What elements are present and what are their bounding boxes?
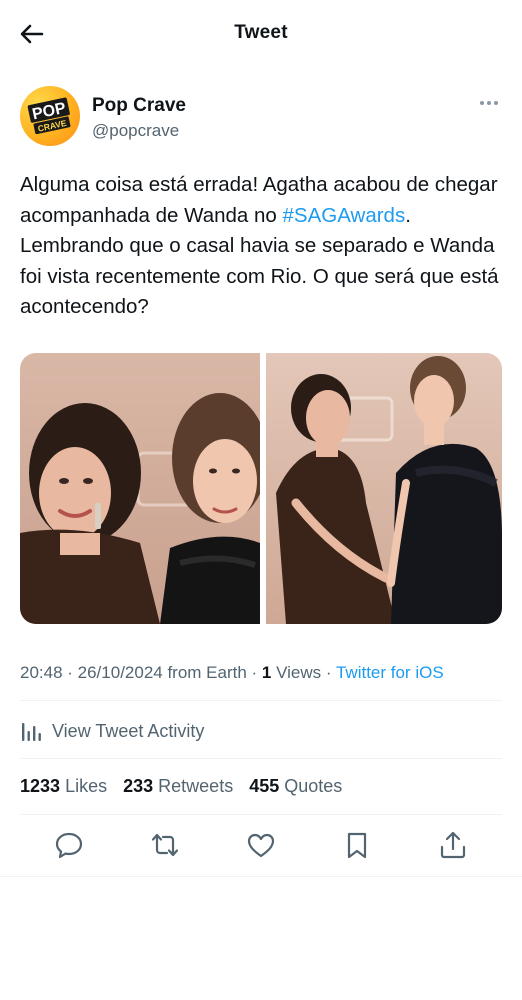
retweets-stat[interactable]: 233 Retweets (123, 776, 233, 797)
avatar[interactable]: POP CRAVE (20, 86, 80, 146)
page-title: Tweet (234, 22, 288, 43)
likes-count: 1233 (20, 776, 61, 796)
hashtag-link[interactable]: #SAGAwards (283, 204, 406, 227)
pop-crave-logo: POP CRAVE (27, 97, 71, 135)
reply-button[interactable] (54, 830, 84, 860)
top-bar: Tweet (0, 0, 522, 68)
author-display-name[interactable]: Pop Crave (92, 95, 186, 117)
view-tweet-activity-label: View Tweet Activity (52, 720, 205, 741)
like-button[interactable] (246, 830, 276, 860)
retweet-icon (151, 833, 179, 857)
views-count: 1 (261, 663, 272, 682)
tweet-photo-1[interactable] (20, 353, 260, 624)
tweet-media (20, 353, 502, 624)
view-tweet-activity-button[interactable]: View Tweet Activity (20, 716, 204, 746)
divider (0, 876, 522, 877)
reply-icon (55, 832, 83, 859)
tweet-photo-2[interactable] (266, 353, 502, 624)
likes-stat[interactable]: 1233 Likes (20, 776, 107, 797)
tweet-text: Alguma coisa está errada! Agatha acabou … (20, 170, 504, 323)
divider (20, 700, 502, 701)
tweet-text-part: Alguma coisa está errada! Agatha acabou … (20, 173, 498, 227)
retweets-count: 233 (123, 776, 154, 796)
tweet-author: POP CRAVE Pop Crave @popcrave (20, 86, 502, 150)
source-link[interactable]: Twitter for iOS (336, 663, 444, 682)
timestamp: 20:48 · 26/10/2024 from Earth · (20, 663, 262, 682)
tweet-actions (20, 828, 502, 864)
likes-label: Likes (65, 776, 108, 796)
quotes-count: 455 (249, 776, 280, 796)
retweet-button[interactable] (150, 830, 180, 860)
quotes-label: Quotes (284, 776, 343, 796)
share-icon (440, 831, 466, 859)
tweet-stats: 1233 Likes 233 Retweets 455 Quotes (20, 776, 342, 797)
views-label: Views · (271, 663, 336, 682)
heart-icon (247, 833, 275, 858)
share-button[interactable] (438, 830, 468, 860)
retweets-label: Retweets (158, 776, 234, 796)
more-options-button[interactable] (480, 98, 500, 108)
divider (20, 758, 502, 759)
quotes-stat[interactable]: 455 Quotes (249, 776, 342, 797)
tweet-meta: 20:48 · 26/10/2024 from Earth · 1 Views … (20, 663, 444, 683)
more-dot-icon (494, 101, 498, 105)
more-dot-icon (487, 101, 491, 105)
bookmark-button[interactable] (342, 830, 372, 860)
divider (20, 814, 502, 815)
author-handle[interactable]: @popcrave (92, 121, 179, 141)
analytics-icon (22, 723, 41, 741)
bookmark-icon (347, 832, 367, 859)
more-dot-icon (480, 101, 484, 105)
